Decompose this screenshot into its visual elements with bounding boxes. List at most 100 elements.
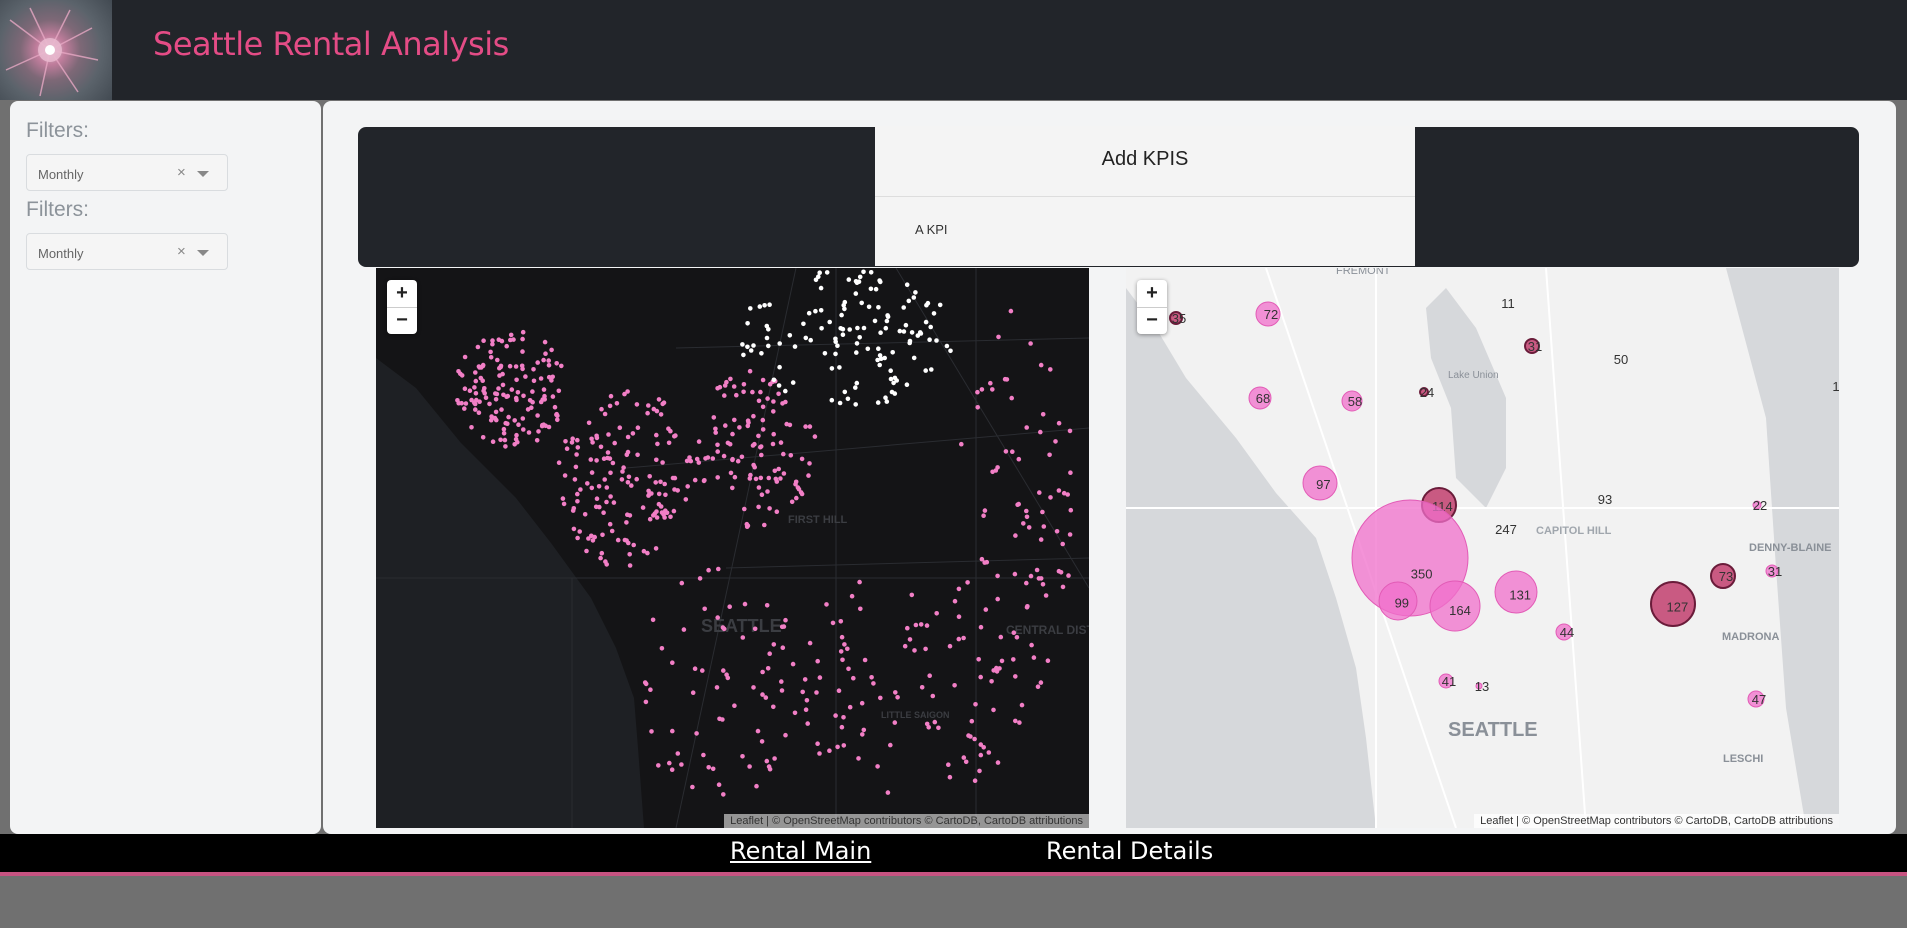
listing-point[interactable]	[541, 387, 547, 392]
listing-point[interactable]	[977, 768, 982, 774]
listing-point[interactable]	[721, 792, 726, 797]
listing-point[interactable]	[589, 533, 594, 539]
listing-point[interactable]	[999, 658, 1005, 664]
listing-point[interactable]	[516, 422, 521, 427]
listing-point[interactable]	[503, 420, 508, 426]
listing-point[interactable]	[520, 329, 526, 335]
zoom-out-button[interactable]: −	[1137, 307, 1167, 334]
listing-point[interactable]	[751, 343, 756, 348]
listing-point[interactable]	[606, 432, 611, 437]
nav-link-rental-main[interactable]: Rental Main	[730, 837, 871, 865]
listing-point[interactable]	[594, 458, 599, 463]
listing-point[interactable]	[969, 718, 975, 724]
listing-point[interactable]	[861, 727, 867, 733]
listing-point[interactable]	[589, 436, 594, 442]
listing-point[interactable]	[614, 401, 620, 406]
listing-point[interactable]	[658, 504, 664, 509]
listing-point[interactable]	[872, 318, 878, 324]
listing-point[interactable]	[667, 760, 672, 766]
listing-point[interactable]	[986, 750, 992, 755]
listing-point[interactable]	[506, 414, 511, 420]
listing-point[interactable]	[781, 471, 787, 476]
listing-point[interactable]	[982, 508, 988, 513]
listing-point[interactable]	[508, 337, 513, 343]
listing-point[interactable]	[806, 473, 811, 478]
listing-point[interactable]	[605, 455, 610, 461]
listing-point[interactable]	[735, 458, 741, 464]
listing-point[interactable]	[758, 389, 763, 395]
listing-point[interactable]	[1019, 702, 1025, 708]
listing-point[interactable]	[575, 445, 581, 450]
listing-point[interactable]	[904, 282, 910, 287]
listing-point[interactable]	[572, 477, 578, 482]
listing-point[interactable]	[751, 413, 756, 419]
listing-point[interactable]	[1004, 377, 1010, 382]
listing-point[interactable]	[499, 407, 504, 412]
listing-point[interactable]	[903, 322, 909, 328]
listing-point[interactable]	[745, 344, 750, 350]
listing-point[interactable]	[927, 673, 932, 678]
listing-point[interactable]	[901, 329, 907, 334]
listing-point[interactable]	[1067, 428, 1073, 434]
listing-point[interactable]	[801, 321, 806, 327]
listing-point[interactable]	[600, 532, 605, 538]
listing-point[interactable]	[1038, 429, 1043, 435]
listing-point[interactable]	[912, 648, 917, 653]
listing-point[interactable]	[853, 402, 858, 407]
listing-point[interactable]	[865, 346, 871, 352]
listing-point[interactable]	[789, 499, 795, 505]
listing-point[interactable]	[771, 399, 776, 404]
listing-point[interactable]	[799, 491, 805, 497]
listing-point[interactable]	[717, 716, 722, 722]
listing-point[interactable]	[983, 607, 989, 612]
listing-point[interactable]	[847, 704, 853, 710]
listing-point[interactable]	[662, 481, 667, 487]
listing-point[interactable]	[996, 334, 1001, 340]
listing-point[interactable]	[930, 693, 936, 699]
listing-point[interactable]	[866, 304, 872, 310]
listing-point[interactable]	[476, 364, 482, 369]
listing-point[interactable]	[926, 725, 931, 730]
listing-point[interactable]	[586, 420, 592, 426]
listing-point[interactable]	[767, 766, 773, 772]
listing-point[interactable]	[859, 700, 865, 706]
listing-point[interactable]	[876, 305, 881, 310]
listing-point[interactable]	[1008, 308, 1014, 314]
listing-point[interactable]	[1043, 593, 1049, 598]
listing-point[interactable]	[976, 657, 981, 662]
listing-point[interactable]	[989, 679, 994, 684]
listing-point[interactable]	[679, 762, 684, 767]
listing-point[interactable]	[564, 446, 570, 451]
listing-point[interactable]	[803, 335, 809, 341]
listing-point[interactable]	[654, 432, 659, 438]
listing-point[interactable]	[842, 389, 848, 395]
listing-point[interactable]	[630, 431, 636, 436]
listing-point[interactable]	[1041, 524, 1047, 529]
listing-point[interactable]	[756, 504, 761, 510]
listing-point[interactable]	[525, 407, 531, 412]
listing-point[interactable]	[721, 453, 727, 459]
listing-point[interactable]	[679, 580, 685, 586]
listing-point[interactable]	[473, 370, 478, 375]
listing-point[interactable]	[625, 434, 631, 440]
listing-point[interactable]	[467, 388, 473, 393]
listing-point[interactable]	[907, 340, 912, 346]
listing-point[interactable]	[507, 363, 513, 369]
listing-point[interactable]	[888, 376, 894, 382]
listing-point[interactable]	[550, 374, 555, 380]
listing-point[interactable]	[1035, 684, 1041, 689]
listing-point[interactable]	[612, 440, 617, 446]
listing-point[interactable]	[799, 456, 805, 462]
listing-point[interactable]	[715, 615, 720, 620]
listing-point[interactable]	[670, 660, 675, 665]
listing-point[interactable]	[841, 715, 846, 720]
listing-point[interactable]	[692, 477, 698, 483]
listing-point[interactable]	[463, 401, 469, 406]
listing-point[interactable]	[813, 308, 818, 314]
listing-point[interactable]	[877, 362, 882, 368]
listing-point[interactable]	[972, 736, 977, 742]
listing-point[interactable]	[905, 625, 910, 631]
zoom-out-button[interactable]: −	[387, 307, 417, 334]
listing-point[interactable]	[767, 651, 772, 656]
listing-point[interactable]	[803, 707, 809, 712]
